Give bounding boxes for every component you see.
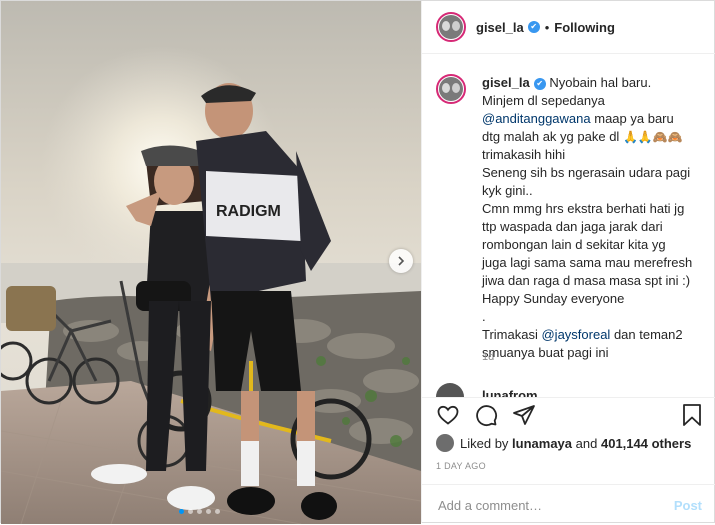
header-separator: •	[544, 19, 550, 35]
verified-badge-icon: ✔	[527, 21, 540, 33]
add-comment-bar: Post	[422, 484, 715, 525]
share-icon	[513, 405, 535, 425]
caption-row: gisel_la ✔ Nyobain hal baru. Minjem dl se…	[436, 74, 714, 362]
likes-and: and	[575, 435, 598, 451]
caption-line: Happy Sunday everyone	[482, 291, 625, 306]
carousel-dots	[179, 509, 220, 514]
instagram-post: RADIGM gisel_la ✔ • Following gisel_la ✔…	[0, 0, 715, 524]
liker-avatar[interactable]	[436, 434, 454, 452]
carousel-dot	[215, 509, 220, 514]
caption-line: dan teman2	[613, 327, 683, 342]
next-comment-row: lunafrom...	[436, 380, 696, 397]
caption-line: juga lagi sama sama mau merefresh	[482, 255, 693, 270]
comment-username[interactable]: lunafrom...	[482, 388, 548, 398]
caption-line: Nyobain hal baru.	[549, 75, 652, 90]
carousel-dot	[179, 509, 184, 514]
avatar[interactable]	[436, 12, 466, 42]
svg-text:RADIGM: RADIGM	[216, 203, 281, 220]
like-button[interactable]	[436, 403, 460, 427]
mention-link[interactable]: @anditanggawana	[482, 111, 591, 126]
post-comment-button[interactable]: Post	[668, 497, 708, 514]
comment-avatar[interactable]	[436, 383, 464, 397]
caption-line: Minjem dl sepedanya	[482, 93, 605, 108]
comment-button[interactable]	[474, 403, 498, 427]
post-photo[interactable]: RADIGM	[1, 1, 421, 524]
caption-line: kyk gini..	[482, 183, 533, 198]
username-link[interactable]: gisel_la	[476, 20, 524, 35]
caption-line: dtg malah ak yg pake dl	[482, 129, 620, 144]
liker-username[interactable]: lunamaya	[512, 436, 572, 451]
chevron-right-icon	[398, 256, 405, 266]
caption-line: .	[482, 309, 486, 324]
caption-line: trimakasih hihi	[482, 147, 566, 162]
caption-line: rombongan lain d sekitar kita yg	[482, 237, 666, 252]
comment-input[interactable]	[436, 496, 660, 514]
caption-line: Cmn mmg hrs ekstra berhati hati jg	[482, 201, 685, 216]
caption-line: maap ya baru	[594, 111, 674, 126]
photo-illustration: RADIGM	[1, 1, 421, 524]
caption-line: jiwa dan raga d masa masa spt ini :)	[482, 273, 691, 288]
save-button[interactable]	[680, 403, 704, 427]
caption-username[interactable]: gisel_la	[482, 75, 530, 90]
share-button[interactable]	[512, 403, 536, 427]
likes-summary: Liked by lunamaya and 401,144 others	[436, 434, 691, 452]
carousel-dot	[197, 509, 202, 514]
carousel-dot	[206, 509, 211, 514]
caption-avatar[interactable]	[436, 74, 466, 104]
verified-badge-icon: ✔	[533, 77, 546, 90]
action-icons	[436, 403, 704, 427]
bookmark-icon	[683, 404, 701, 426]
post-date[interactable]: 1 DAY AGO	[436, 461, 486, 471]
caption-line: ttp waspada dan jaga jarak dari	[482, 219, 663, 234]
comment-icon	[476, 405, 498, 427]
following-button[interactable]: Following	[554, 20, 615, 35]
post-side-panel: gisel_la ✔ • Following gisel_la ✔ Nyobain…	[421, 1, 715, 523]
caption-line: Trimakasi	[482, 327, 538, 342]
heart-icon	[437, 405, 459, 425]
next-photo-button[interactable]	[389, 249, 413, 273]
likes-prefix: Liked by	[460, 435, 509, 451]
carousel-dot	[188, 509, 193, 514]
comments-area: gisel_la ✔ Nyobain hal baru. Minjem dl se…	[422, 54, 715, 397]
caption-line: Seneng sih bs ngerasain udara pagi	[482, 165, 691, 180]
mention-link[interactable]: @jaysforeal	[541, 327, 610, 342]
likes-count[interactable]: 401,144 others	[601, 436, 691, 451]
post-actions: Liked by lunamaya and 401,144 others 1 D…	[422, 397, 715, 524]
caption-timestamp[interactable]: 1d	[482, 351, 494, 363]
post-header: gisel_la ✔ • Following	[422, 1, 715, 54]
caption-text: gisel_la ✔ Nyobain hal baru. Minjem dl se…	[482, 74, 714, 362]
caption-line: smuanya buat pagi ini	[482, 345, 609, 360]
emoji-text: 🙏🙏🙈🙈	[622, 130, 683, 144]
